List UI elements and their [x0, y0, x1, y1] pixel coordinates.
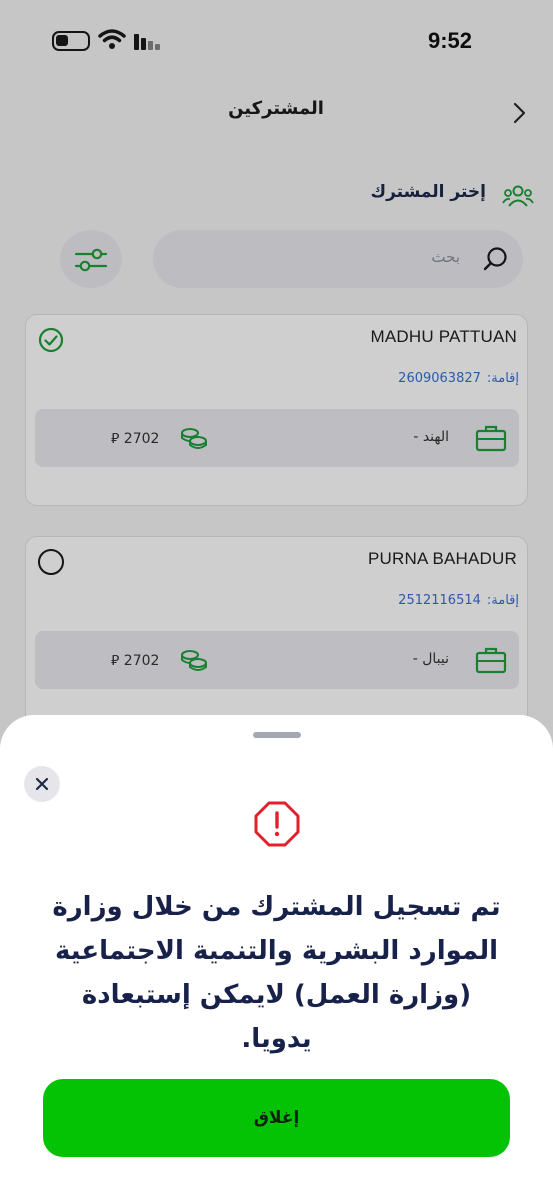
- close-button[interactable]: [24, 766, 60, 802]
- sheet-message: تم تسجيل المشترك من خلال وزارة الموارد ا…: [52, 892, 501, 1054]
- bottom-sheet: تم تسجيل المشترك من خلال وزارة الموارد ا…: [0, 715, 553, 1200]
- screen: 9:52 المشتركين إختر المشترك بحث MADHU PA…: [0, 0, 553, 1200]
- sheet-grabber[interactable]: [253, 732, 301, 738]
- close-icon: [35, 777, 49, 791]
- alert-octagon-icon: [254, 801, 300, 847]
- close-sheet-label: إغلاق: [253, 1108, 300, 1128]
- close-sheet-button[interactable]: إغلاق: [43, 1079, 510, 1157]
